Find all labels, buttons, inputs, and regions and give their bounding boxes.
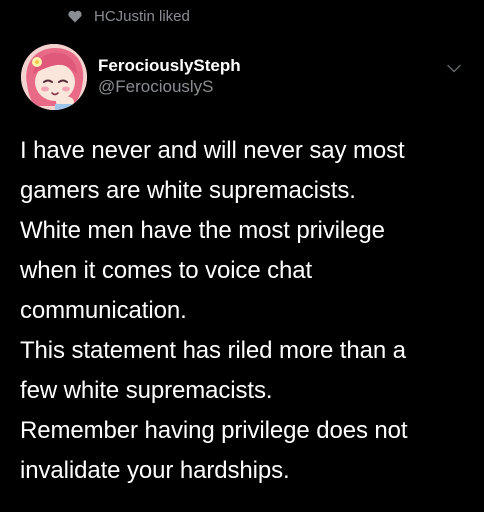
avatar[interactable] [21, 44, 87, 110]
author-names[interactable]: FerociouslySteph @FerociouslyS [98, 56, 241, 97]
tweet-line: invalidate your hardships. [20, 457, 290, 484]
tweet-line: This statement has riled more than a [20, 337, 406, 364]
tweet-line: I have never and will never say most [20, 137, 405, 164]
tweet-line: communication. [20, 297, 187, 324]
social-context[interactable]: HCJustin liked [68, 8, 190, 25]
tweet-line: gamers are white supremacists. [20, 177, 356, 204]
social-context-text: HCJustin liked [94, 8, 190, 25]
author-handle[interactable]: @FerociouslyS [98, 77, 241, 97]
tweet-line: when it comes to voice chat [20, 257, 313, 284]
tweet-line: Remember having privilege does not [20, 417, 408, 444]
tweet-line: White men have the most privilege [20, 217, 385, 244]
tweet-text: I have never and will never say most gam… [20, 131, 475, 491]
tweet-menu-button[interactable] [442, 58, 466, 78]
chevron-down-icon [447, 64, 461, 72]
tweet-line: few white supremacists. [20, 377, 273, 404]
heart-icon [68, 10, 82, 23]
tweet-header: FerociouslySteph @FerociouslyS [21, 44, 468, 114]
author-display-name[interactable]: FerociouslySteph [98, 56, 241, 76]
